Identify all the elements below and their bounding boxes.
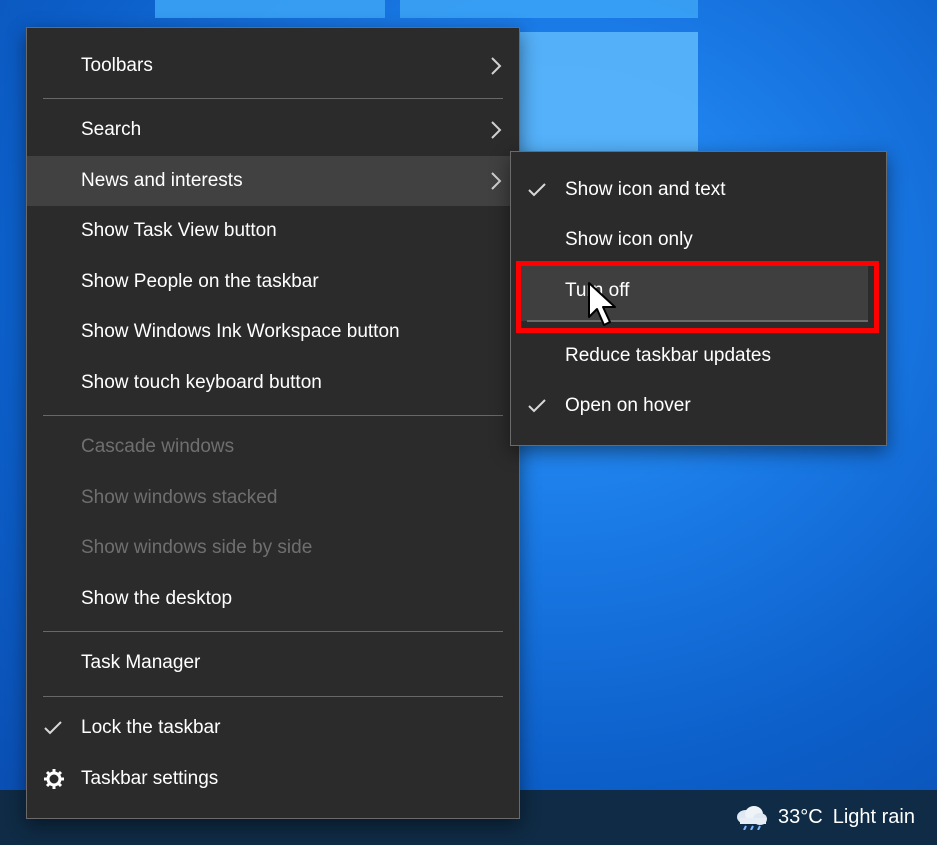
menu-separator xyxy=(43,631,503,632)
menu-item-show-task-view[interactable]: Show Task View button xyxy=(27,206,519,256)
menu-item-label: Cascade windows xyxy=(81,436,235,457)
menu-item-label: Task Manager xyxy=(81,652,201,673)
mouse-pointer-icon xyxy=(588,282,616,326)
submenu-item-show-icon-only[interactable]: Show icon only xyxy=(511,215,886,265)
menu-item-label: Show the desktop xyxy=(81,588,233,609)
menu-separator xyxy=(43,98,503,99)
menu-item-windows-stacked: Show windows stacked xyxy=(27,473,519,523)
menu-item-label: Open on hover xyxy=(565,395,691,416)
menu-item-taskbar-settings[interactable]: Taskbar settings xyxy=(27,754,519,804)
start-tile xyxy=(155,0,385,18)
menu-item-label: Show icon and text xyxy=(565,179,726,200)
menu-item-label: Show windows side by side xyxy=(81,537,313,558)
menu-item-cascade-windows: Cascade windows xyxy=(27,422,519,472)
chevron-right-icon xyxy=(491,172,502,190)
weather-temperature: 33°C xyxy=(778,805,823,828)
gear-icon xyxy=(44,769,64,789)
start-tile xyxy=(520,32,698,152)
checkmark-icon xyxy=(528,183,546,197)
menu-item-task-manager[interactable]: Task Manager xyxy=(27,638,519,688)
menu-item-news-and-interests[interactable]: News and interests xyxy=(27,156,519,206)
menu-item-toolbars[interactable]: Toolbars xyxy=(27,41,519,91)
menu-item-show-touch-keyboard[interactable]: Show touch keyboard button xyxy=(27,358,519,408)
submenu-item-reduce-updates[interactable]: Reduce taskbar updates xyxy=(511,331,886,381)
menu-item-lock-taskbar[interactable]: Lock the taskbar xyxy=(27,703,519,753)
menu-separator xyxy=(43,415,503,416)
menu-item-show-people[interactable]: Show People on the taskbar xyxy=(27,257,519,307)
taskbar-context-menu: Toolbars Search News and interests Show … xyxy=(26,27,520,819)
menu-item-label: Show touch keyboard button xyxy=(81,372,322,393)
menu-item-label: Lock the taskbar xyxy=(81,717,221,738)
menu-item-windows-side-by-side: Show windows side by side xyxy=(27,523,519,573)
menu-item-label: Reduce taskbar updates xyxy=(565,345,771,366)
menu-item-label: Toolbars xyxy=(81,55,153,76)
menu-item-label: Search xyxy=(81,119,142,140)
rain-cloud-icon xyxy=(737,806,768,830)
chevron-right-icon xyxy=(491,121,502,139)
menu-item-show-windows-ink[interactable]: Show Windows Ink Workspace button xyxy=(27,307,519,357)
menu-item-label: Taskbar settings xyxy=(81,768,219,789)
menu-separator xyxy=(43,696,503,697)
menu-item-label: Show Windows Ink Workspace button xyxy=(81,321,400,342)
chevron-right-icon xyxy=(491,57,502,75)
menu-item-label: Show People on the taskbar xyxy=(81,271,319,292)
checkmark-icon xyxy=(44,721,62,735)
checkmark-icon xyxy=(528,399,546,413)
menu-item-label: News and interests xyxy=(81,170,243,191)
menu-item-show-desktop[interactable]: Show the desktop xyxy=(27,574,519,624)
submenu-item-open-on-hover[interactable]: Open on hover xyxy=(511,381,886,431)
submenu-item-show-icon-and-text[interactable]: Show icon and text xyxy=(511,165,886,215)
start-tile xyxy=(400,0,698,18)
weather-widget[interactable]: 33°C Light rain xyxy=(734,802,915,832)
menu-item-label: Show Task View button xyxy=(81,220,277,241)
menu-item-label: Show icon only xyxy=(565,229,693,250)
menu-item-label: Show windows stacked xyxy=(81,487,278,508)
menu-item-search[interactable]: Search xyxy=(27,105,519,155)
highlight-annotation-box xyxy=(516,261,879,333)
weather-description: Light rain xyxy=(832,805,915,828)
